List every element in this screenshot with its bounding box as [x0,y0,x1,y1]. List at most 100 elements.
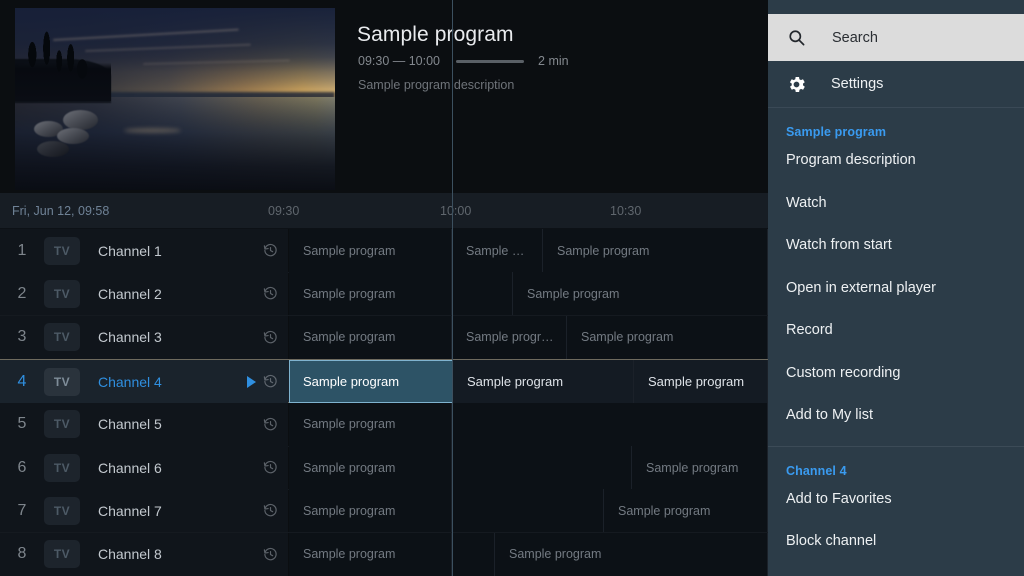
search-label: Search [832,30,878,46]
program-cell[interactable] [452,533,495,576]
channel-info[interactable]: 8TVChannel 8 [0,533,288,576]
panel-menu-item[interactable]: Open in external player [768,267,1024,310]
panel-channel-items: Add to FavoritesBlock channel [768,478,1024,563]
channel-row[interactable]: 7TVChannel 7 Sample program Sample program [0,489,768,533]
settings-menu-item[interactable]: Settings [768,61,1024,108]
channel-number: 1 [0,242,44,260]
program-cell[interactable]: Sample … [452,229,543,272]
play-icon[interactable] [247,376,256,388]
channel-logo-icon: TV [44,280,80,308]
program-cell[interactable]: Sample program [289,489,452,532]
channel-number: 8 [0,545,44,563]
program-cell[interactable]: Sample progr… [452,316,567,359]
program-cell[interactable]: Sample program [289,360,453,403]
channel-row[interactable]: 4TVChannel 4Sample programSample program… [0,359,768,403]
program-cell[interactable]: Sample program [289,272,452,315]
program-cell[interactable]: Sample program [495,533,768,576]
program-cell[interactable]: Sample program [289,446,452,489]
panel-menu-item[interactable]: Block channel [768,520,1024,563]
program-cell-label: Sample program [618,504,710,518]
channel-info[interactable]: 2TV Channel 2 [0,272,288,315]
history-icon[interactable] [263,503,278,518]
history-icon[interactable] [263,286,278,301]
channel-number: 2 [0,285,44,303]
channel-name: Channel 2 [98,286,263,302]
channel-icons [263,460,278,475]
channel-name: Channel 1 [98,243,263,259]
program-cell-label: Sample program [303,287,395,301]
program-cell[interactable] [452,403,768,446]
panel-menu-item[interactable]: Add to Favorites [768,478,1024,521]
channel-icons [263,547,278,562]
timeline-tick: 10:00 [440,204,471,218]
thumb-trees [15,21,111,101]
history-icon[interactable] [263,460,278,475]
history-icon[interactable] [263,374,278,389]
panel-menu-item[interactable]: Program description [768,139,1024,182]
program-cell[interactable]: Sample program [632,446,768,489]
settings-label: Settings [831,76,883,92]
channel-info[interactable]: 5TVChannel 5 [0,403,288,446]
panel-menu-item[interactable]: Watch from start [768,224,1024,267]
program-cell[interactable]: Sample program [453,360,634,403]
channel-row[interactable]: 6TVChannel 6 Sample program Sample program [0,446,768,490]
program-cell[interactable]: Sample program [634,360,768,403]
preview-progress-bar [456,60,524,63]
program-cell-label: Sample program [557,244,649,258]
channel-row[interactable]: 3TVChannel 3Sample programSample progr…S… [0,316,768,360]
channel-icons [263,286,278,301]
timeline-date-label: Fri, Jun 12, 09:58 [12,204,109,218]
history-icon[interactable] [263,330,278,345]
program-cell-label: Sample program [527,287,619,301]
program-cell-label: Sample program [303,504,395,518]
panel-menu-item[interactable]: Watch [768,182,1024,225]
channel-row[interactable]: 8TVChannel 8Sample programSample program [0,533,768,576]
program-cell[interactable] [452,446,632,489]
channel-logo-icon: TV [44,323,80,351]
current-time-indicator [452,0,453,576]
program-cells: Sample program Sample program [289,272,768,315]
channel-number: 4 [0,373,44,391]
channel-info[interactable]: 7TVChannel 7 [0,489,288,532]
channel-row[interactable]: 1TVChannel 1Sample programSample …Sample… [0,229,768,273]
program-cell[interactable]: Sample program [604,489,768,532]
panel-menu-item[interactable]: Record [768,309,1024,352]
program-cell[interactable]: Sample program [543,229,768,272]
panel-program-section-title: Sample program [768,108,1024,139]
program-cell[interactable]: Sample program [289,403,452,446]
program-cell[interactable]: Sample program [567,316,768,359]
channel-name: Channel 6 [98,460,263,476]
program-cell[interactable]: Sample program [289,533,452,576]
program-cell-label: Sample program [303,461,395,475]
history-icon[interactable] [263,417,278,432]
program-cell[interactable]: Sample program [289,316,452,359]
channel-row[interactable]: 2TV Channel 2 Sample program Sample program [0,272,768,316]
channel-name: Channel 5 [98,416,263,432]
channel-number: 6 [0,459,44,477]
channel-row[interactable]: 5TVChannel 5Sample program [0,403,768,447]
panel-menu-item[interactable]: Add to My list [768,394,1024,437]
channel-info[interactable]: 4TVChannel 4 [0,360,288,403]
channel-info[interactable]: 1TVChannel 1 [0,229,288,272]
program-cell[interactable]: Sample program [513,272,768,315]
history-icon[interactable] [263,547,278,562]
channel-icons [263,243,278,258]
channel-info[interactable]: 3TVChannel 3 [0,316,288,359]
program-cell-label: Sample program [509,547,601,561]
program-cell[interactable] [452,489,604,532]
search-input[interactable]: Search [768,14,1024,61]
program-cell-label: Sample … [466,244,524,258]
channel-logo-icon: TV [44,497,80,525]
program-cells: Sample program [289,403,768,446]
program-cells: Sample programSample programSample progr… [289,360,768,403]
program-cell-label: Sample program [646,461,738,475]
program-cells: Sample program Sample … Sample program [289,229,768,272]
channel-icons [263,503,278,518]
panel-menu-item[interactable]: Custom recording [768,352,1024,395]
channel-info[interactable]: 6TVChannel 6 [0,446,288,489]
history-icon[interactable] [263,243,278,258]
program-cell[interactable] [452,272,513,315]
program-cells: Sample program Sample program [289,446,768,489]
program-cell[interactable]: Sample program [289,229,452,272]
program-cells: Sample program Sample program [289,533,768,576]
